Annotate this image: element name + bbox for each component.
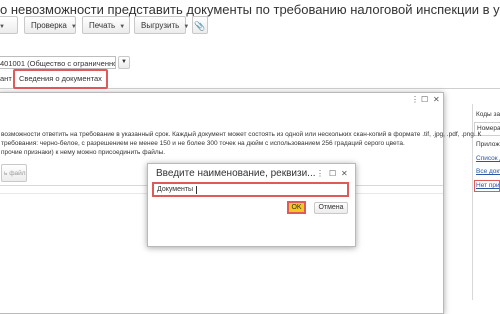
attachments-label: Прилож bbox=[476, 141, 500, 148]
dropdown-button[interactable]: ▼ bbox=[0, 16, 18, 34]
chevron-down-icon: ▼ bbox=[183, 24, 190, 30]
all-documents-link[interactable]: Все доку bbox=[476, 168, 500, 175]
chevron-down-icon: ▼ bbox=[119, 24, 126, 30]
no-attachments-link[interactable]: Нет прил bbox=[474, 180, 500, 192]
close-icon[interactable]: ✕ bbox=[341, 169, 348, 178]
chevron-down-icon: ▼ bbox=[0, 24, 5, 30]
documents-list-link[interactable]: Список д bbox=[476, 155, 500, 162]
instruction-line-3: прочие признаки) к нему можно присоедини… bbox=[1, 149, 166, 156]
right-panel-header: Коды за bbox=[476, 111, 500, 118]
close-icon[interactable]: ✕ bbox=[433, 95, 440, 104]
tab-documents[interactable]: Сведения о документах bbox=[13, 69, 108, 89]
check-button[interactable]: Проверка ▼ bbox=[24, 16, 77, 34]
check-button-label: Проверка bbox=[31, 21, 67, 30]
maximize-icon[interactable]: ☐ bbox=[421, 95, 428, 104]
name-input[interactable]: Документы bbox=[152, 182, 349, 197]
tab-participant[interactable]: ант bbox=[0, 71, 12, 87]
add-file-button[interactable]: ь файл bbox=[1, 164, 27, 182]
chevron-down-icon: ▼ bbox=[121, 59, 127, 65]
print-button[interactable]: Печать ▼ bbox=[82, 16, 130, 34]
instruction-line-2: требования: черно-белое, с разрешением н… bbox=[1, 140, 405, 147]
paperclip-icon: 📎 bbox=[194, 21, 206, 31]
more-icon[interactable]: ⋮ bbox=[411, 95, 419, 104]
maximize-icon[interactable]: ☐ bbox=[329, 169, 336, 178]
text-cursor bbox=[196, 186, 197, 194]
chevron-down-icon: ▼ bbox=[70, 24, 77, 30]
ok-button[interactable]: OK bbox=[287, 201, 306, 214]
upload-button[interactable]: Выгрузить ▼ bbox=[134, 16, 190, 34]
name-input-value: Документы bbox=[157, 186, 194, 193]
input-dialog-title: Введите наименование, реквизи... bbox=[156, 168, 316, 179]
more-icon[interactable]: ⋮ bbox=[316, 169, 324, 178]
instruction-line-1: возможности ответить на требование в ука… bbox=[1, 131, 482, 138]
print-button-label: Печать bbox=[89, 21, 116, 30]
cancel-button[interactable]: Отмена bbox=[314, 202, 348, 214]
attach-button[interactable]: 📎 bbox=[192, 16, 208, 34]
input-dialog: Введите наименование, реквизи... ⋮ ☐ ✕ Д… bbox=[147, 163, 356, 247]
upload-button-label: Выгрузить bbox=[141, 21, 180, 30]
